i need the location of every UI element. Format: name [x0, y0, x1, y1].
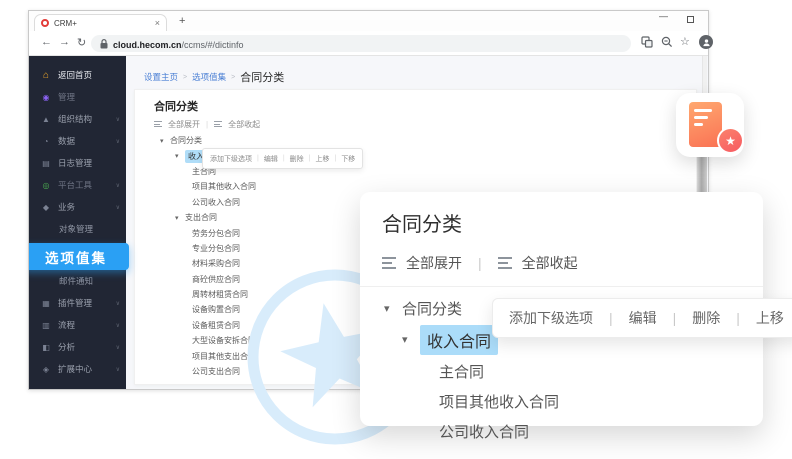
- minimize-button[interactable]: —: [659, 11, 668, 21]
- document-icon: ★: [689, 102, 722, 147]
- address-bar[interactable]: cloud.hecom.cn/ccms/#/dictinfo: [91, 35, 631, 52]
- sidebar-item-extension-center[interactable]: ◈ 扩展中心 ∨: [29, 358, 126, 380]
- document-star-icon-card: ★: [676, 93, 744, 157]
- sidebar-item-org-structure[interactable]: ▲ 组织结构 ∨: [29, 108, 126, 130]
- reload-button[interactable]: ↻: [77, 36, 86, 49]
- chevron-down-icon: ∨: [116, 322, 120, 329]
- browser-toolbar: ← → ↻ cloud.hecom.cn/ccms/#/dictinfo ☆: [29, 31, 708, 56]
- add-suboption-action[interactable]: 添加下级选项: [509, 308, 593, 328]
- org-structure-icon: ▲: [41, 115, 51, 124]
- workflow-icon: ▥: [41, 321, 51, 330]
- zoom-icon[interactable]: [661, 36, 673, 48]
- tree-node[interactable]: 项目其他收入合同: [382, 386, 763, 416]
- move-up-action[interactable]: 上移: [315, 154, 329, 164]
- sidebar-item-business[interactable]: ◆ 业务 ∨: [29, 196, 126, 218]
- breadcrumb: 设置主页 > 选项值集 > 合同分类: [144, 69, 284, 85]
- divider: [360, 286, 763, 287]
- tab-strip: CRM+ × + —: [29, 11, 708, 31]
- sidebar-item-analysis[interactable]: ◧ 分析 ∨: [29, 336, 126, 358]
- collapse-all-button[interactable]: 全部收起: [228, 119, 260, 130]
- tree-node[interactable]: ▾合同分类: [135, 133, 696, 148]
- forward-button[interactable]: →: [59, 36, 70, 48]
- url-path: /ccms/#/dictinfo: [182, 40, 244, 50]
- edit-action[interactable]: 编辑: [629, 308, 657, 328]
- extension-icon: ◈: [41, 365, 51, 374]
- crm-favicon-icon: [41, 19, 49, 27]
- sidebar-nav: ⌂ 返回首页 ◉ 管理 ▲ 组织结构 ∨ ◔ 数据 ∨ ▤ 日志管理: [29, 56, 126, 389]
- new-tab-button[interactable]: +: [179, 15, 185, 27]
- expand-all-icon: [154, 121, 162, 128]
- chevron-down-icon: ∨: [116, 204, 120, 211]
- sidebar-item-data[interactable]: ◔ 数据 ∨: [29, 130, 126, 152]
- caret-down-icon[interactable]: ▾: [175, 152, 185, 160]
- tree-node[interactable]: 主合同: [382, 356, 763, 386]
- panel-tree-actions: 全部展开 | 全部收起: [382, 253, 763, 273]
- star-badge-icon: ★: [717, 127, 744, 154]
- sidebar-item-admin[interactable]: ◉ 管理: [29, 86, 126, 108]
- sidebar-item-plugin-management[interactable]: ▦ 插件管理 ∨: [29, 292, 126, 314]
- sidebar-item-object-management[interactable]: 对象管理: [29, 218, 126, 240]
- sidebar-item-workflow[interactable]: ▥ 流程 ∨: [29, 314, 126, 336]
- tab-close-icon[interactable]: ×: [155, 19, 160, 28]
- chevron-down-icon: ∨: [116, 138, 120, 145]
- delete-action[interactable]: 删除: [692, 308, 720, 328]
- url-domain: cloud.hecom.cn: [113, 40, 182, 50]
- profile-avatar[interactable]: [699, 35, 713, 49]
- sidebar-item-option-value-set[interactable]: 选项值集: [29, 243, 129, 270]
- browser-tab[interactable]: CRM+ ×: [34, 14, 167, 31]
- lock-icon: [100, 39, 108, 49]
- admin-icon: ◉: [41, 93, 51, 102]
- expand-all-icon: [382, 257, 396, 269]
- tree-node[interactable]: 公司收入合同: [382, 416, 763, 446]
- delete-action[interactable]: 删除: [290, 154, 304, 164]
- caret-down-icon[interactable]: ▾: [175, 214, 185, 222]
- sidebar-item-home[interactable]: ⌂ 返回首页: [29, 64, 126, 86]
- plugin-icon: ▦: [41, 299, 51, 308]
- expand-all-button[interactable]: 全部展开: [168, 119, 200, 130]
- caret-down-icon[interactable]: ▾: [384, 302, 402, 315]
- sidebar-item-platform-tools[interactable]: ◎ 平台工具 ∨: [29, 174, 126, 196]
- back-button[interactable]: ←: [41, 36, 52, 48]
- platform-tools-icon: ◎: [41, 181, 51, 190]
- caret-down-icon[interactable]: ▾: [402, 333, 420, 346]
- restore-button[interactable]: [687, 16, 694, 23]
- chevron-down-icon: ∨: [116, 116, 120, 123]
- page-tools-icon[interactable]: [641, 36, 653, 48]
- node-actions-tooltip: 添加下级选项| 编辑| 删除| 上移| 下移: [202, 148, 363, 169]
- breadcrumb-separator: >: [183, 74, 187, 81]
- collapse-all-icon: [498, 257, 512, 269]
- move-down-action[interactable]: 下移: [341, 154, 355, 164]
- breadcrumb-separator: >: [231, 74, 235, 81]
- zoomed-callout-panel: 合同分类 全部展开 | 全部收起 添加下级选项| 编辑| 删除| 上移| 下移 …: [360, 192, 763, 426]
- breadcrumb-settings-home[interactable]: 设置主页: [144, 71, 178, 83]
- panel-title: 合同分类: [382, 208, 763, 237]
- caret-down-icon[interactable]: ▾: [160, 137, 170, 145]
- data-icon: ◔: [41, 137, 51, 146]
- breadcrumb-current: 合同分类: [240, 69, 284, 85]
- bookmark-star-icon[interactable]: ☆: [680, 35, 690, 48]
- sidebar-item-mail-notify[interactable]: 邮件通知: [29, 270, 126, 292]
- home-icon: ⌂: [41, 70, 51, 81]
- log-icon: ▤: [41, 159, 51, 168]
- analysis-icon: ◧: [41, 343, 51, 352]
- chevron-down-icon: ∨: [116, 344, 120, 351]
- edit-action[interactable]: 编辑: [264, 154, 278, 164]
- breadcrumb-option-value-set[interactable]: 选项值集: [192, 71, 226, 83]
- page-title: 合同分类: [154, 98, 198, 114]
- chevron-down-icon: ∨: [116, 300, 120, 307]
- move-up-action[interactable]: 上移: [756, 308, 784, 328]
- chevron-down-icon: ∨: [116, 182, 120, 189]
- add-suboption-action[interactable]: 添加下级选项: [210, 154, 252, 164]
- business-icon: ◆: [41, 203, 51, 212]
- tree-actions: 全部展开 | 全部收起: [154, 119, 260, 130]
- tab-title: CRM+: [54, 19, 150, 28]
- person-icon: [702, 38, 711, 47]
- node-actions-tooltip: 添加下级选项| 编辑| 删除| 上移| 下移: [492, 298, 792, 338]
- collapse-all-button[interactable]: 全部收起: [522, 253, 578, 273]
- collapse-all-icon: [214, 121, 222, 128]
- sidebar-item-log-management[interactable]: ▤ 日志管理: [29, 152, 126, 174]
- expand-all-button[interactable]: 全部展开: [406, 253, 462, 273]
- chevron-down-icon: ∨: [116, 366, 120, 373]
